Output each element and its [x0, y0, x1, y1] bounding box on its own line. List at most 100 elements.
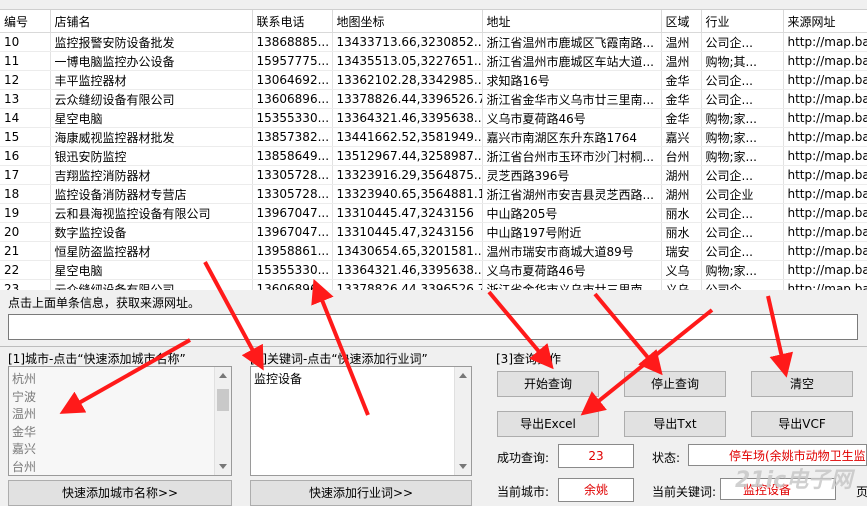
- table-cell: http://map.ba: [783, 89, 867, 109]
- table-row[interactable]: 15 海康威视监控器材批发 13857382... 13441662.52,35819…: [0, 127, 867, 147]
- table-cell: 购物;家...: [701, 108, 784, 128]
- table-cell: 义乌市夏荷路46号: [482, 108, 662, 128]
- table-row[interactable]: 20 数字监控设备 13967047... 13310445.47,3243156 中山…: [0, 222, 867, 242]
- table-row[interactable]: 12 丰平监控器材 13064692... 13362102.28,3342985..…: [0, 70, 867, 90]
- current-keyword-label: 当前关键词:: [652, 485, 717, 499]
- table-cell: 13430654.65,3201581....: [332, 241, 483, 261]
- table-cell: 监控报警安防设备批发: [50, 32, 253, 52]
- table-cell: 公司企业: [701, 184, 784, 204]
- page-label: 页: [856, 485, 867, 499]
- table-cell: 云众缝纫设备有限公司: [50, 279, 253, 290]
- keyword-section-title: [2]关键词-点击“快速添加行业词”: [250, 352, 428, 366]
- table-cell: 13433713.66,3230852....: [332, 32, 483, 52]
- export-vcf-button[interactable]: 导出VCF: [751, 411, 853, 437]
- table-row[interactable]: 23 云众缝纫设备有限公司 13606896... 13378826.44,33965…: [0, 279, 867, 290]
- table-cell: 浙江省湖州市安吉县灵芝西路...: [482, 184, 662, 204]
- table-row[interactable]: 21 恒星防盗监控器材 13958861... 13430654.65,3201581…: [0, 241, 867, 261]
- table-cell: 15957775...: [252, 51, 333, 71]
- hint-text: 点击上面单条信息，获取来源网址。: [8, 296, 201, 310]
- table-cell: 丽水: [661, 203, 702, 223]
- list-item[interactable]: 宁波: [12, 389, 231, 407]
- column-header[interactable]: 来源网址: [783, 10, 867, 33]
- table-row[interactable]: 13 云众缝纫设备有限公司 13606896... 13378826.44,33965…: [0, 89, 867, 109]
- table-row[interactable]: 14 星空电脑 15355330... 13364321.46,3395638....…: [0, 108, 867, 128]
- table-cell: 恒星防盗监控器材: [50, 241, 253, 261]
- city-section-title: [1]城市-点击“快速添加城市名称”: [8, 352, 186, 366]
- table-cell: http://map.ba: [783, 184, 867, 204]
- table-cell: 浙江省台州市玉环市沙门村桐...: [482, 146, 662, 166]
- table-cell: 18: [0, 184, 51, 204]
- table-cell: 购物;家...: [701, 260, 784, 280]
- table-cell: 中山路197号附近: [482, 222, 662, 242]
- table-cell: 20: [0, 222, 51, 242]
- export-txt-button[interactable]: 导出Txt: [624, 411, 726, 437]
- start-query-button[interactable]: 开始查询: [497, 371, 599, 397]
- table-cell: 21: [0, 241, 51, 261]
- export-excel-button[interactable]: 导出Excel: [497, 411, 599, 437]
- scroll-down-icon[interactable]: [219, 464, 227, 469]
- table-cell: 浙江省温州市鹿城区车站大道...: [482, 51, 662, 71]
- list-item[interactable]: 温州: [12, 406, 231, 424]
- column-header[interactable]: 联系电话: [252, 10, 333, 33]
- table-row[interactable]: 22 星空电脑 15355330... 13364321.46,3395638....…: [0, 260, 867, 280]
- table-cell: 公司企...: [701, 32, 784, 52]
- column-header[interactable]: 店铺名: [50, 10, 253, 33]
- table-cell: 13305728...: [252, 165, 333, 185]
- table-cell: 13364321.46,3395638....: [332, 260, 483, 280]
- keyword-scrollbar[interactable]: [454, 367, 471, 475]
- table-row[interactable]: 10 监控报警安防设备批发 13868885... 13433713.66,32308…: [0, 32, 867, 52]
- divider: [0, 346, 867, 347]
- table-cell: http://map.ba: [783, 222, 867, 242]
- table-cell: 温州: [661, 32, 702, 52]
- table-cell: 13310445.47,3243156: [332, 203, 483, 223]
- keyword-textarea[interactable]: 监控设备: [250, 366, 472, 476]
- column-header[interactable]: 地图坐标: [332, 10, 483, 33]
- table-cell: 13305728...: [252, 184, 333, 204]
- table-cell: 13512967.44,3258987....: [332, 146, 483, 166]
- table-cell: 13967047...: [252, 222, 333, 242]
- column-header[interactable]: 区域: [661, 10, 702, 33]
- column-header[interactable]: 编号: [0, 10, 51, 33]
- list-item[interactable]: 台州: [12, 459, 231, 477]
- table-cell: 丽水: [661, 222, 702, 242]
- table-cell: 15355330...: [252, 108, 333, 128]
- table-cell: http://map.ba: [783, 108, 867, 128]
- table-cell: 13441662.52,3581949....: [332, 127, 483, 147]
- table-row[interactable]: 19 云和县海视监控设备有限公司 13967047... 13310445.47,32…: [0, 203, 867, 223]
- table-row[interactable]: 16 银迅安防监控 13858649... 13512967.44,3258987..…: [0, 146, 867, 166]
- add-city-button[interactable]: 快速添加城市名称>>: [8, 480, 232, 506]
- scroll-up-icon[interactable]: [459, 373, 467, 378]
- table-row[interactable]: 11 一博电脑监控办公设备 15957775... 13435513.05,32276…: [0, 51, 867, 71]
- table-cell: 公司企...: [701, 241, 784, 261]
- table-cell: 17: [0, 165, 51, 185]
- table-cell: 银迅安防监控: [50, 146, 253, 166]
- list-item[interactable]: 杭州: [12, 371, 231, 389]
- clear-button[interactable]: 清空: [751, 371, 853, 397]
- city-listbox[interactable]: 杭州 宁波 温州 金华 嘉兴 台州: [8, 366, 232, 476]
- table-cell: http://map.ba: [783, 51, 867, 71]
- table-cell: 购物;家...: [701, 146, 784, 166]
- scroll-down-icon[interactable]: [459, 464, 467, 469]
- column-header[interactable]: 行业: [701, 10, 784, 33]
- table-row[interactable]: 17 吉翔监控消防器材 13305728... 13323916.29,3564875…: [0, 165, 867, 185]
- results-grid[interactable]: 编号 店铺名 联系电话 地图坐标 地址 区域 行业 来源网址 10 监控报警安防设备批发 1386…: [0, 9, 867, 290]
- scroll-thumb[interactable]: [217, 389, 229, 411]
- source-url-field[interactable]: [8, 314, 858, 340]
- list-item[interactable]: 金华: [12, 424, 231, 442]
- table-cell: 13064692...: [252, 70, 333, 90]
- city-list-scrollbar[interactable]: [214, 367, 231, 475]
- table-cell: 购物;家...: [701, 127, 784, 147]
- table-cell: http://map.ba: [783, 260, 867, 280]
- status-label: 状态:: [652, 451, 681, 465]
- list-item[interactable]: 嘉兴: [12, 441, 231, 459]
- table-row[interactable]: 18 监控设备消防器材专营店 13305728... 13323940.65,3564…: [0, 184, 867, 204]
- table-cell: http://map.ba: [783, 146, 867, 166]
- add-keyword-button[interactable]: 快速添加行业词>>: [250, 480, 472, 506]
- stop-query-button[interactable]: 停止查询: [624, 371, 726, 397]
- table-cell: http://map.ba: [783, 127, 867, 147]
- table-cell: 公司企...: [701, 203, 784, 223]
- success-count-label: 成功查询:: [497, 451, 550, 465]
- column-header[interactable]: 地址: [482, 10, 662, 33]
- scroll-up-icon[interactable]: [219, 373, 227, 378]
- table-cell: 15355330...: [252, 260, 333, 280]
